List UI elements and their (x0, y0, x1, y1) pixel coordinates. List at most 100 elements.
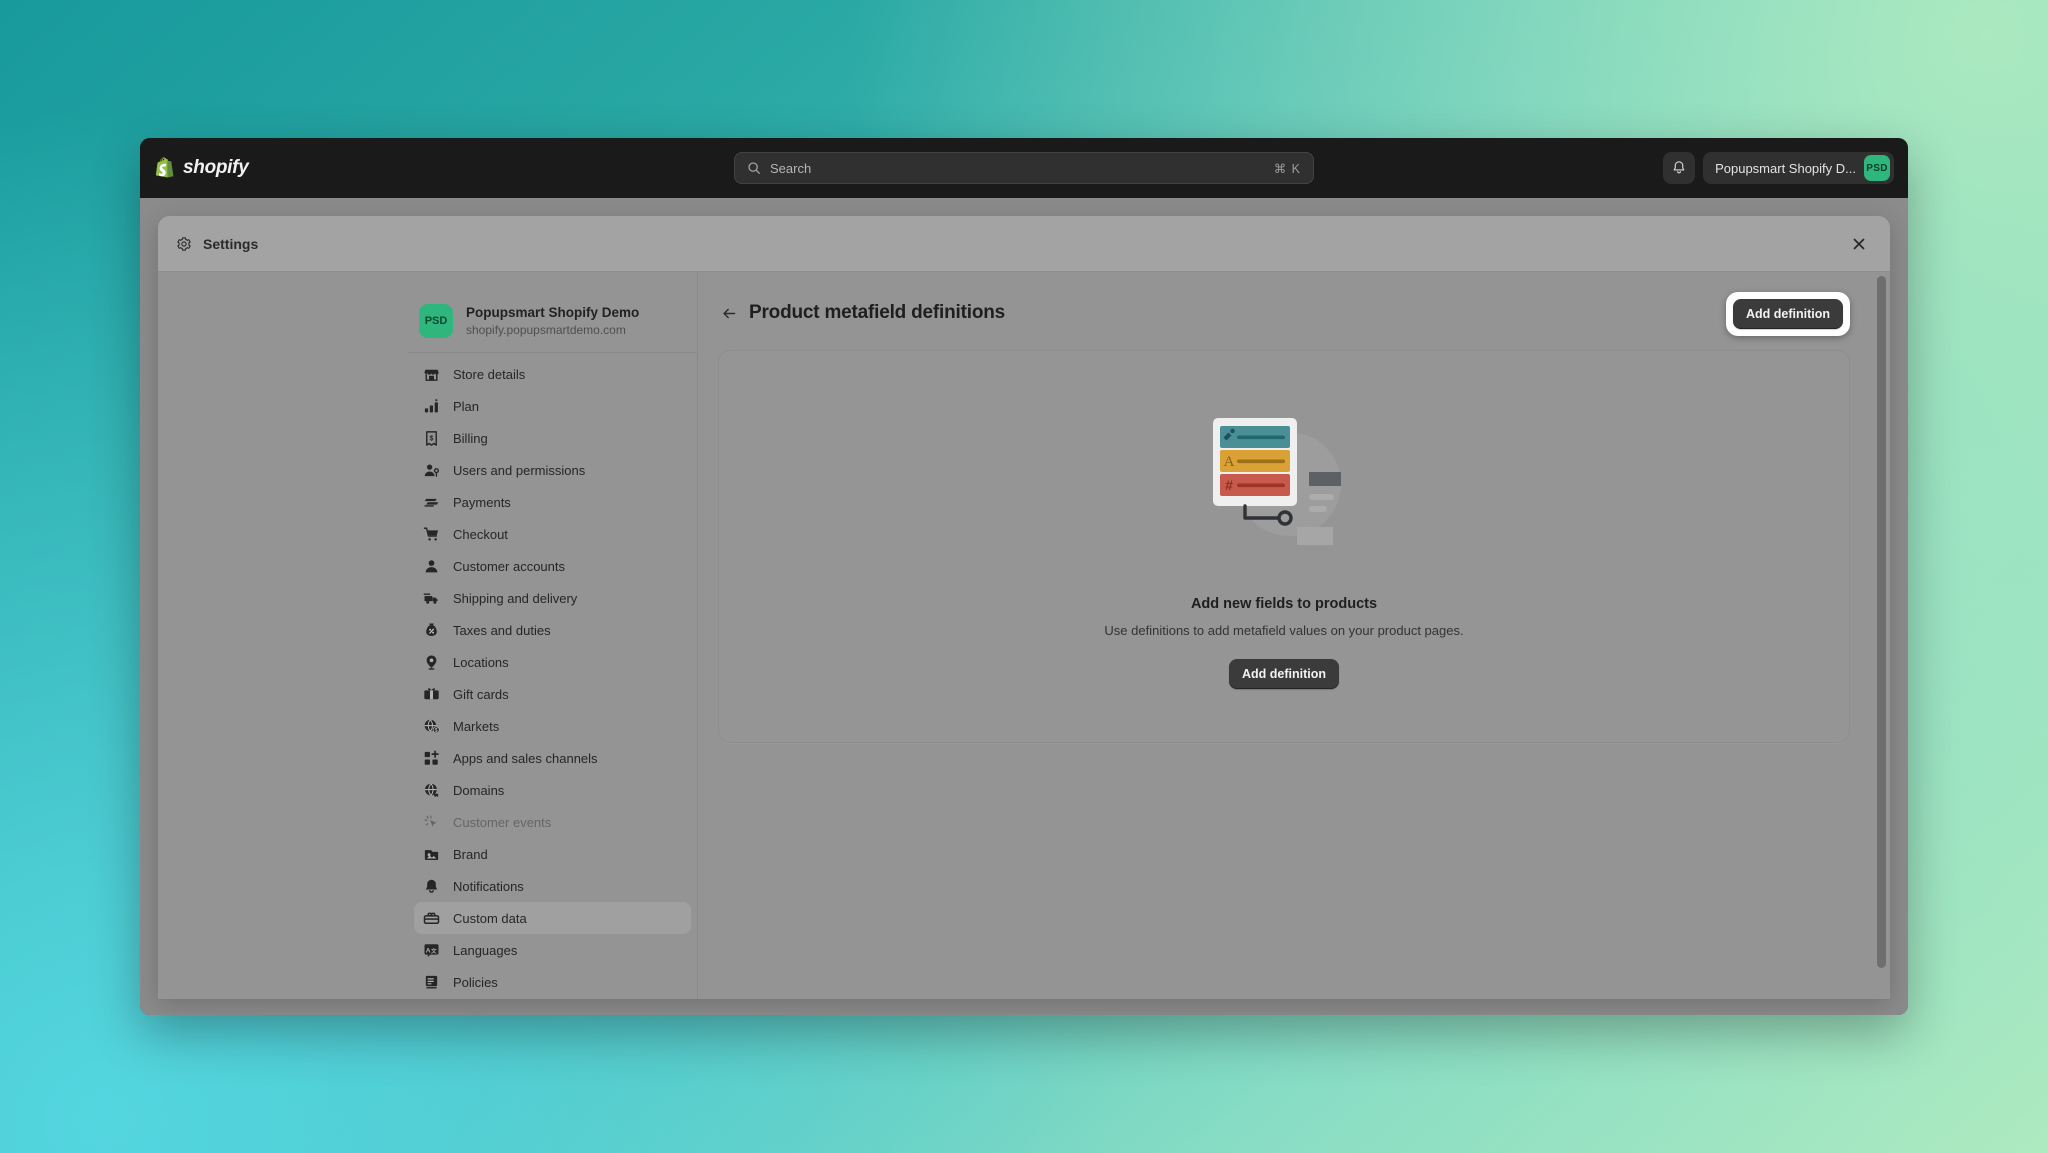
sidebar-item-label: Billing (453, 430, 488, 446)
search-shortcut-hint: ⌘ K (1273, 161, 1301, 176)
sidebar-item-label: Policies (453, 974, 498, 990)
sidebar-item-customer-events[interactable]: Customer events (414, 806, 691, 838)
bell-icon (1673, 161, 1685, 174)
cart-icon (423, 527, 439, 541)
settings-modal-body: PSD Popupsmart Shopify Demo shopify.popu… (158, 272, 1890, 999)
avatar: PSD (1864, 155, 1890, 181)
taxes-icon (426, 623, 437, 636)
payments-icon (424, 498, 439, 507)
add-definition-button[interactable]: Add definition (1732, 299, 1843, 329)
topbar-right-cluster: Popupsmart Shopify D... PSD (1663, 138, 1894, 198)
store-summary-card[interactable]: PSD Popupsmart Shopify Demo shopify.popu… (408, 296, 697, 354)
store-avatar: PSD (419, 304, 453, 339)
empty-state-title: Add new fields to products (1190, 596, 1378, 612)
sidebar-item-label: Payments (453, 494, 511, 510)
sidebar-item-customer-accounts[interactable]: Customer accounts (414, 550, 691, 582)
back-button[interactable] (718, 302, 740, 324)
svg-text:A: A (1224, 454, 1235, 470)
sidebar-item-taxes-and-duties[interactable]: Taxes and duties (414, 614, 691, 646)
sidebar-item-checkout[interactable]: Checkout (414, 518, 691, 550)
svg-text:#: # (1225, 477, 1233, 493)
sidebar-item-locations[interactable]: Locations (414, 646, 691, 678)
scrollbar-thumb[interactable] (1877, 276, 1886, 968)
action-highlight-ring: Add definition (1725, 292, 1850, 336)
sidebar-item-label: Languages (453, 942, 518, 958)
close-settings-button[interactable] (1846, 231, 1872, 257)
sidebar-item-markets[interactable]: $ Markets (414, 710, 691, 742)
settings-main-panel: Product metafield definitions Add defini… (698, 272, 1890, 999)
shopify-top-bar: shopify Search ⌘ K Popupsmart Shopify D.… (140, 138, 1908, 198)
sidebar-item-label: Shipping and delivery (453, 590, 578, 606)
settings-modal-title: Settings (203, 235, 259, 252)
sidebar-item-label: Brand (453, 846, 488, 862)
sidebar-item-label: Markets (453, 718, 500, 734)
plan-chart-icon (424, 399, 438, 413)
store-summary-text: Popupsmart Shopify Demo shopify.popupsma… (466, 304, 639, 338)
sidebar-item-domains[interactable]: Domains (414, 774, 691, 806)
sidebar-item-label: Notifications (453, 878, 524, 894)
browser-window: shopify Search ⌘ K Popupsmart Shopify D.… (140, 138, 1908, 1015)
truck-icon (423, 593, 438, 604)
domain-globe-icon (425, 783, 439, 798)
search-placeholder: Search (770, 160, 812, 176)
search-input[interactable]: Search ⌘ K (734, 152, 1314, 184)
sidebar-item-label: Domains (453, 782, 505, 798)
page-header: Product metafield definitions Add defini… (698, 292, 1890, 336)
sidebar-item-label: Customer accounts (453, 558, 565, 574)
sidebar-item-users-and-permissions[interactable]: Users and permissions (414, 454, 691, 486)
sidebar-item-label: Plan (453, 398, 480, 414)
sidebar-item-label: Locations (453, 654, 509, 670)
sidebar-item-custom-data[interactable]: Custom data (414, 902, 691, 935)
users-icon (424, 464, 439, 477)
sidebar-item-plan[interactable]: Plan (414, 390, 691, 422)
sidebar-item-label: Taxes and duties (453, 622, 551, 638)
sidebar-item-policies[interactable]: Policies (414, 966, 691, 998)
apps-grid-icon (424, 750, 439, 765)
account-name: Popupsmart Shopify D... (1715, 160, 1856, 176)
svg-text:$: $ (435, 728, 438, 734)
gear-icon (177, 236, 191, 251)
store-domain: shopify.popupsmartdemo.com (466, 323, 626, 338)
sidebar-item-billing[interactable]: $ Billing (414, 422, 691, 454)
empty-state-add-definition-button[interactable]: Add definition (1228, 659, 1339, 689)
settings-modal-title-group: Settings (176, 236, 258, 252)
arrow-left-icon (722, 308, 735, 318)
settings-nav-list: Store details Plan $ Billing Users and p… (408, 358, 697, 998)
page-primary-action: Add definition (1725, 292, 1850, 336)
notifications-button[interactable] (1663, 152, 1696, 184)
svg-text:文: 文 (431, 947, 437, 955)
close-icon (1853, 238, 1865, 249)
settings-modal-scrollbar[interactable] (1876, 276, 1887, 993)
sidebar-item-label: Store details (453, 366, 526, 382)
settings-sidebar: PSD Popupsmart Shopify Demo shopify.popu… (408, 272, 698, 999)
sidebar-item-notifications[interactable]: Notifications (414, 870, 691, 902)
svg-text:$: $ (430, 434, 434, 442)
sidebar-item-gift-cards[interactable]: Gift cards (414, 678, 691, 710)
sidebar-item-languages[interactable]: A 文 Languages (414, 934, 691, 966)
sidebar-item-apps-and-sales-channels[interactable]: Apps and sales channels (414, 742, 691, 774)
sidebar-item-label: Customer events (453, 814, 552, 830)
sidebar-item-store-details[interactable]: Store details (414, 358, 691, 390)
metafield-definitions-illustration: A # (1213, 418, 1341, 545)
languages-icon: A 文 (424, 944, 439, 957)
sidebar-item-label: Users and permissions (453, 462, 586, 478)
empty-state-card: A # Add new fields to products Use defin… (718, 350, 1850, 743)
search-icon (748, 162, 760, 174)
globe-dollar-icon: $ (424, 719, 440, 734)
sidebar-item-brand[interactable]: Brand (414, 838, 691, 870)
settings-modal-header: Settings (158, 216, 1890, 272)
location-pin-icon (426, 655, 437, 670)
shopify-bag-icon (155, 156, 174, 178)
account-menu-button[interactable]: Popupsmart Shopify D... PSD (1703, 152, 1894, 184)
settings-modal: Settings PSD Popupsmart Shopify Demo sho… (158, 216, 1890, 999)
person-icon (425, 560, 438, 573)
sidebar-item-label: Gift cards (453, 686, 509, 702)
sidebar-item-shipping-and-delivery[interactable]: Shipping and delivery (414, 582, 691, 614)
sidebar-item-payments[interactable]: Payments (414, 486, 691, 518)
shopify-logo[interactable]: shopify (155, 156, 249, 180)
store-name: Popupsmart Shopify Demo (466, 305, 640, 320)
bell-icon (425, 879, 438, 893)
billing-icon: $ (426, 431, 437, 446)
sidebar-item-label: Apps and sales channels (453, 750, 598, 766)
global-search[interactable]: Search ⌘ K (734, 152, 1314, 184)
